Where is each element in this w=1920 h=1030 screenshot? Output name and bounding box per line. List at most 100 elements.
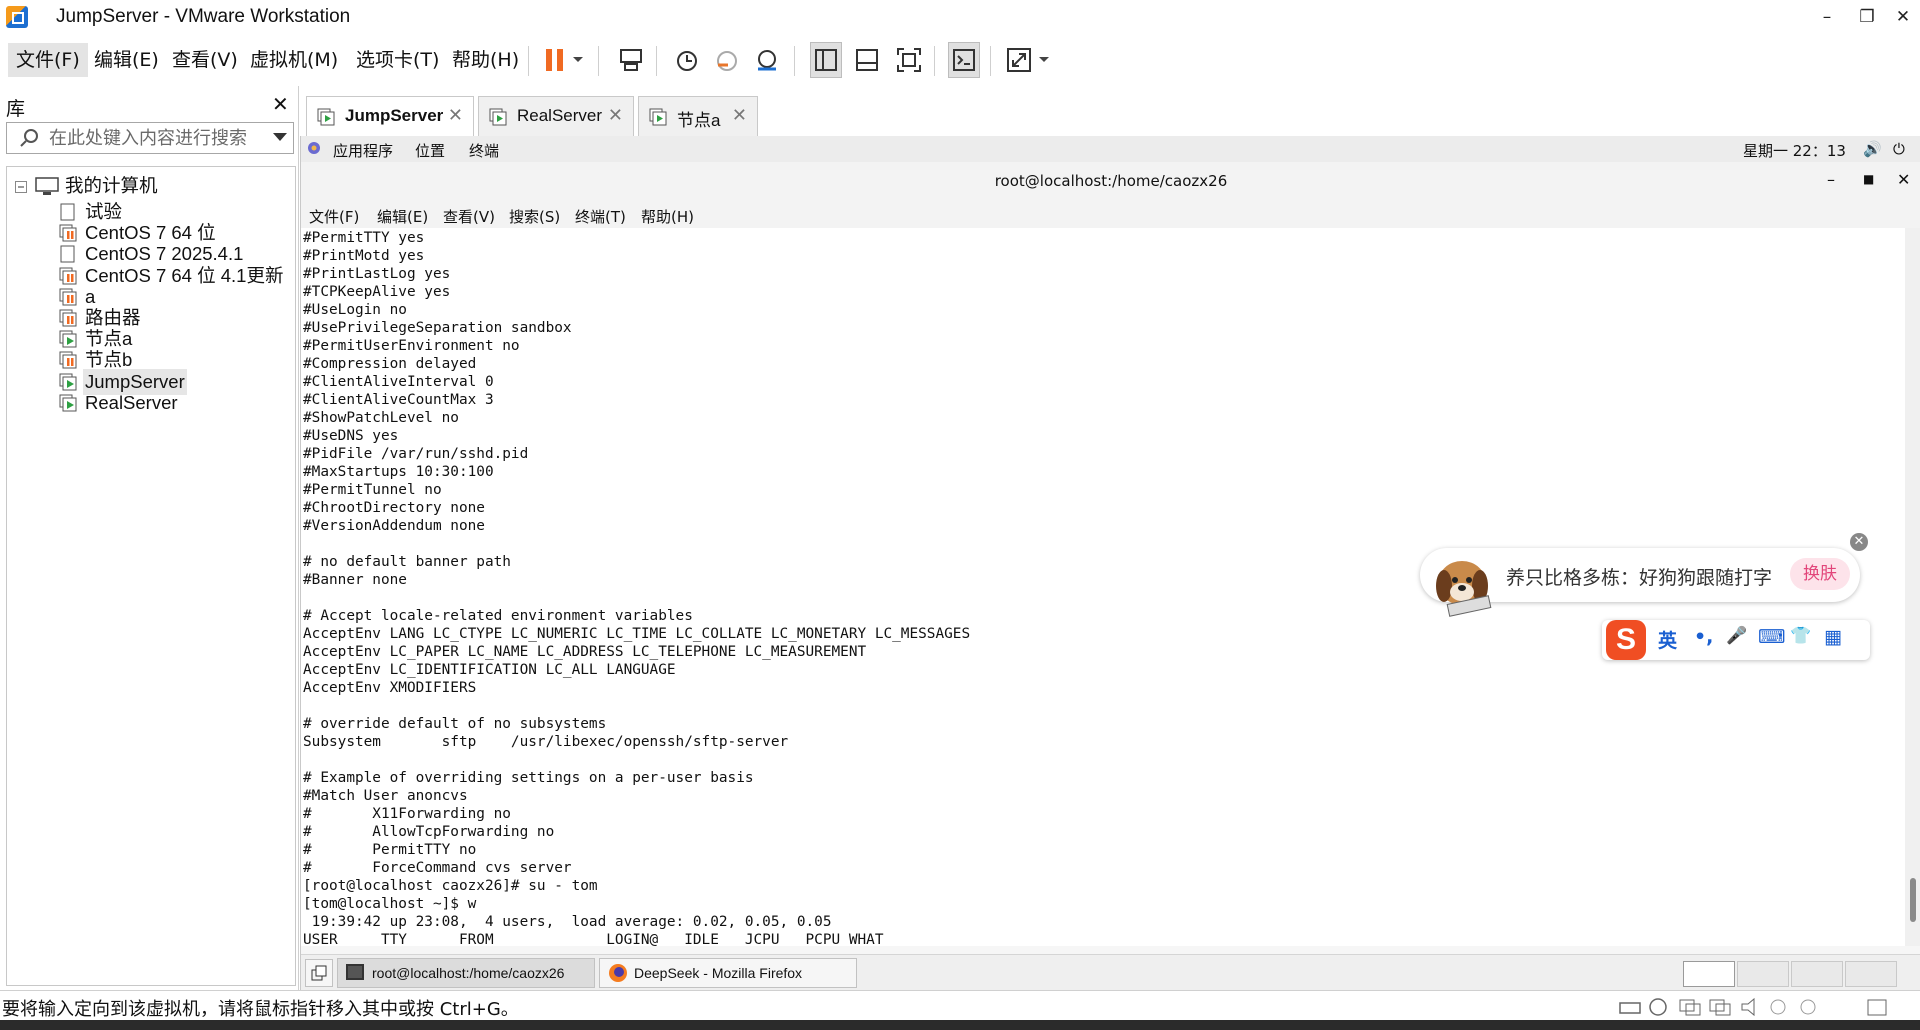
places-menu[interactable]: 位置 [415,140,445,161]
title-bar: JumpServer - VMware Workstation – ❐ ✕ [0,0,1920,34]
menu-vm[interactable]: 虚拟机(M) [242,43,346,77]
ime-toolbar: S 英 •, 🎤 ⌨ 👕 ▦ [1602,620,1870,660]
vm-paused-icon [59,224,77,242]
close-button[interactable]: ✕ [1888,4,1918,30]
search-icon [20,129,38,147]
vm-running-icon [59,373,77,391]
send-ctrl-alt-del-icon[interactable] [616,45,646,75]
applications-menu[interactable]: 应用程序 [333,140,393,161]
menu-toolbar: 文件(F) 编辑(E) 查看(V) 虚拟机(M) 选项卡(T) 帮助(H) [0,34,1920,86]
library-title: 库 [6,98,26,120]
library-close-icon[interactable]: ✕ [272,92,289,116]
terminal-menu-search[interactable]: 搜索(S) [509,206,560,227]
menu-view[interactable]: 查看(V) [164,43,246,77]
vm-icon [60,203,75,221]
ime-mode-english[interactable]: 英 [1658,626,1677,653]
tree-item-label: CentOS 7 64 位 4.1更新 [85,264,284,286]
vm-icon [60,245,75,263]
terminal-maximize-button[interactable]: ■ [1863,172,1874,186]
library-search-box[interactable] [6,122,294,154]
stretch-icon[interactable] [1004,45,1034,75]
device-status-icons[interactable] [1618,997,1898,1017]
ime-toast-message: 养只比格多栋：好狗狗跟随打字 [1506,567,1773,589]
chevron-down-icon[interactable] [1036,45,1052,75]
tab-close-icon[interactable]: ✕ [732,105,747,126]
tab-realserver[interactable]: RealServer ✕ [478,96,634,137]
thumbnail-bar-icon[interactable] [852,45,882,75]
taskbar-item-firefox[interactable]: DeepSeek - Mozilla Firefox [599,958,857,988]
tab-close-icon[interactable]: ✕ [608,105,623,126]
ime-voice-icon[interactable]: 🎤 [1726,626,1747,646]
terminal-menu-help[interactable]: 帮助(H) [641,206,694,227]
tab-node-a[interactable]: 节点a ✕ [638,96,758,137]
workspace-4[interactable] [1845,961,1897,987]
status-message: 要将输入定向到该虚拟机，请将鼠标指针移入其中或按 Ctrl+G。 [2,999,519,1020]
ime-skin-icon[interactable]: 👕 [1790,626,1811,646]
console-view-icon[interactable] [948,42,980,78]
vm-tabs: JumpServer ✕ RealServer ✕ 节点a ✕ [300,86,1920,137]
ime-skin-button[interactable]: 换肤 [1790,558,1850,590]
terminal-menu[interactable]: 终端 [469,140,499,161]
tree-item-label: RealServer [85,391,178,413]
vm-running-icon [489,108,507,126]
sogou-logo-icon[interactable]: S [1606,620,1646,660]
menu-tabs[interactable]: 选项卡(T) [348,43,447,77]
gnome-taskbar: root@localhost:/home/caozx26 DeepSeek - … [301,954,1920,991]
tab-label: 节点a [677,111,721,130]
gnome-top-bar: 应用程序 位置 终端 星期一 22：13 🔊 ⏻ [301,136,1920,162]
menu-help[interactable]: 帮助(H) [444,43,527,77]
menu-file[interactable]: 文件(F) [8,43,88,77]
workspace-2[interactable] [1737,961,1789,987]
applications-icon [307,141,321,159]
volume-icon[interactable]: 🔊 [1863,140,1882,158]
terminal-menubar: 文件(F) 编辑(E) 查看(V) 搜索(S) 终端(T) 帮助(H) [301,200,1920,228]
power-icon[interactable]: ⏻ [1893,140,1905,158]
terminal-icon [346,964,364,980]
library-search-input[interactable] [47,125,271,151]
terminal-scrollbar[interactable] [1905,228,1920,946]
show-library-icon[interactable] [810,42,842,78]
tree-root-label: 我的计算机 [65,175,158,196]
vm-running-icon [649,108,667,126]
computer-icon [35,177,59,195]
tab-label: JumpServer [345,106,444,125]
minimize-button[interactable]: – [1812,4,1842,30]
chevron-down-icon[interactable] [273,133,287,143]
maximize-button[interactable]: ❐ [1852,4,1882,30]
terminal-minimize-button[interactable]: – [1827,170,1835,189]
terminal-menu-terminal[interactable]: 终端(T) [575,206,626,227]
window-title: JumpServer - VMware Workstation [56,6,351,27]
status-bar: 要将输入定向到该虚拟机，请将鼠标指针移入其中或按 Ctrl+G。 [0,990,1920,1021]
terminal-menu-edit[interactable]: 编辑(E) [377,206,428,227]
ime-punctuation-icon[interactable]: •, [1694,626,1713,648]
full-screen-icon[interactable] [894,45,924,75]
snapshot-manager-icon[interactable] [752,45,782,75]
pause-icon[interactable] [540,45,570,75]
ime-toolbox-icon[interactable]: ▦ [1824,626,1842,648]
vm-paused-icon [59,309,77,327]
vm-paused-icon [59,267,77,285]
menu-edit[interactable]: 编辑(E) [86,43,167,77]
chevron-down-icon[interactable] [570,45,586,75]
workspace-3[interactable] [1791,961,1843,987]
clock: 星期一 22：13 [1743,142,1846,160]
collapse-icon[interactable] [15,181,27,193]
tab-jumpserver[interactable]: JumpServer ✕ [306,96,474,137]
terminal-titlebar: root@localhost:/home/caozx26 – ■ ✕ [301,162,1920,201]
tab-close-icon[interactable]: ✕ [448,105,463,126]
snapshot-icon[interactable] [672,45,702,75]
revert-snapshot-icon[interactable] [712,45,742,75]
terminal-close-button[interactable]: ✕ [1897,170,1910,189]
ime-keyboard-icon[interactable]: ⌨ [1758,626,1785,648]
terminal-menu-view[interactable]: 查看(V) [443,206,495,227]
workspace-1[interactable] [1683,961,1735,987]
library-tree: 我的计算机 试验 CentOS 7 64 位 CentOS 7 2025.4.1 Ce… [6,166,296,986]
vm-running-icon [59,330,77,348]
terminal-menu-file[interactable]: 文件(F) [309,206,359,227]
vmware-logo-icon [6,6,28,28]
library-panel: 库 ✕ 我的计算机 试验CentOS 7 64 位CentOS 7 2025.4… [0,86,299,990]
show-desktop-icon[interactable] [305,959,333,987]
scrollbar-thumb[interactable] [1910,878,1916,922]
ime-toast-close-icon[interactable]: ✕ [1850,533,1868,551]
taskbar-item-terminal[interactable]: root@localhost:/home/caozx26 [337,958,595,988]
